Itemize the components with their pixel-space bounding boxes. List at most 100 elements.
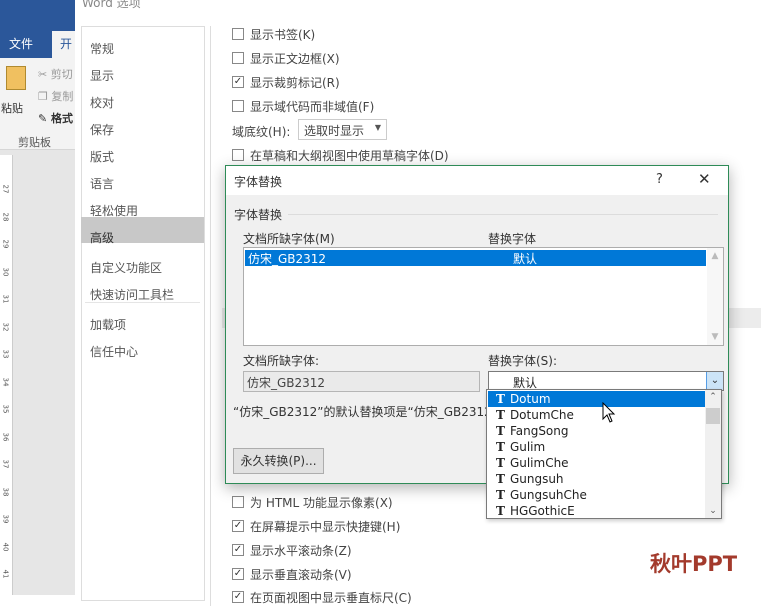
permanent-convert-button[interactable]: 永久转换(P)... — [233, 448, 324, 474]
sidebar-item[interactable]: 自定义功能区 — [90, 259, 162, 276]
field-shading-select[interactable]: 选取时显示 ▼ — [298, 119, 387, 140]
option-label: 在页面视图中显示垂直标尺(C) — [250, 591, 412, 605]
font-option-label: FangSong — [509, 424, 569, 438]
watermark-logo: 秋叶PPT — [650, 552, 738, 576]
checkbox[interactable] — [232, 52, 244, 64]
sidebar-item[interactable]: 版式 — [90, 148, 114, 165]
ruler-number: 27 — [1, 184, 10, 194]
font-option-label: DotumChe — [509, 408, 574, 422]
checkbox[interactable]: ✓ — [232, 76, 244, 88]
font-option[interactable]: T GulimChe — [488, 455, 705, 471]
copy-label: 复制 — [51, 90, 74, 103]
scroll-down-icon[interactable]: ▼ — [707, 332, 723, 342]
ruler-number: 32 — [1, 322, 10, 331]
truetype-font-icon: T — [496, 488, 505, 502]
font-option-label: Gungsuh — [509, 472, 564, 486]
list-scrollbar[interactable]: ▲ ▼ — [707, 248, 723, 345]
word-title-bar — [0, 0, 75, 31]
sidebar-item[interactable]: 轻松使用 — [90, 202, 138, 219]
ruler-number: 39 — [1, 514, 10, 524]
option-label: 显示正文边框(X) — [250, 52, 340, 66]
vertical-ruler: 27 28 29 30 31 32 33 34 35 36 37 38 39 40 41 — [0, 155, 13, 595]
checkbox[interactable] — [232, 28, 244, 40]
scroll-down-icon[interactable]: ⌄ — [705, 506, 721, 516]
font-option[interactable]: T FangSong — [488, 423, 705, 439]
checkbox[interactable]: ✓ — [232, 520, 244, 532]
truetype-font-icon: T — [496, 424, 505, 438]
chevron-down-icon[interactable]: ⌄ — [706, 372, 723, 390]
font-option-label: Dotum — [509, 392, 551, 406]
font-option[interactable]: T Gungsuh — [488, 471, 705, 487]
group-label: 字体替换 — [234, 208, 283, 222]
ruler-number: 35 — [1, 404, 10, 414]
list-row[interactable]: 仿宋_GB2312 默认 — [245, 250, 706, 266]
paste-icon — [6, 66, 26, 90]
font-option[interactable]: T DotumChe — [488, 407, 705, 423]
cut-button[interactable]: ✂ 剪切 — [38, 66, 73, 82]
option-label: 为 HTML 功能显示像素(X) — [250, 496, 393, 510]
row-missing-font: 仿宋_GB2312 — [248, 252, 327, 266]
ruler-number: 41 — [1, 569, 10, 579]
checkbox[interactable]: ✓ — [232, 568, 244, 580]
ruler-number: 34 — [1, 377, 10, 386]
checkbox[interactable]: ✓ — [232, 544, 244, 556]
checkbox[interactable] — [232, 149, 244, 161]
sidebar-item[interactable]: 信任中心 — [90, 343, 138, 360]
checkbox[interactable]: ✓ — [232, 591, 244, 603]
group-line — [288, 214, 718, 215]
font-option[interactable]: T Gulim — [488, 439, 705, 455]
font-option[interactable]: T HGGothicE — [488, 503, 705, 519]
scroll-up-icon[interactable]: ⌃ — [705, 392, 721, 402]
sidebar-item[interactable]: 快速访问工具栏 — [90, 286, 174, 303]
sub-font-combo[interactable]: 默认 ⌄ — [488, 371, 724, 391]
checkbox[interactable] — [232, 100, 244, 112]
ruler-number: 29 — [1, 239, 10, 249]
ruler-number: 36 — [1, 432, 10, 441]
missing-font-label: 文档所缺字体: — [243, 354, 320, 368]
help-button[interactable]: ? — [656, 172, 663, 187]
font-option-label: GungsuhChe — [509, 488, 587, 502]
tab-file[interactable]: 文件 — [0, 31, 52, 58]
scroll-up-icon[interactable]: ▲ — [707, 251, 723, 261]
font-option-label: Gulim — [509, 440, 546, 454]
sidebar-item[interactable]: 校对 — [90, 94, 114, 111]
options-window-title: Word 选项 — [82, 0, 141, 10]
ribbon: 粘贴 ✂ 剪切 ❐ 复制 ✎ 格式 剪贴板 — [0, 58, 75, 150]
row-sub-font: 默认 — [513, 252, 538, 266]
font-option[interactable]: T GungsuhChe — [488, 487, 705, 503]
sidebar-item[interactable]: 高级 — [90, 229, 114, 246]
sub-font-label: 替换字体(S): — [488, 354, 558, 368]
scroll-thumb[interactable] — [706, 408, 720, 424]
truetype-font-icon: T — [496, 440, 505, 454]
paste-button[interactable]: 粘贴 — [1, 100, 23, 116]
col-missing-header: 文档所缺字体(M) — [243, 232, 335, 246]
format-painter-button[interactable]: ✎ 格式 — [38, 110, 73, 126]
dialog-title-bar: 字体替换 ? ✕ — [226, 166, 728, 195]
copy-button[interactable]: ❐ 复制 — [38, 88, 73, 104]
sidebar-item[interactable]: 常规 — [90, 40, 114, 57]
font-option[interactable]: T Dotum — [488, 391, 705, 407]
ruler-number: 40 — [1, 542, 10, 551]
checkbox[interactable] — [232, 496, 244, 508]
sidebar-item[interactable]: 保存 — [90, 121, 114, 138]
missing-fonts-list[interactable]: 仿宋_GB2312 默认 ▲ ▼ — [243, 247, 724, 346]
options-sidebar — [81, 26, 205, 601]
mouse-cursor-icon — [602, 401, 616, 427]
close-button[interactable]: ✕ — [698, 170, 711, 188]
sidebar-item[interactable]: 语言 — [90, 175, 114, 192]
tab-home[interactable]: 开 — [52, 31, 75, 58]
format-label: 格式 — [51, 112, 74, 125]
cut-label: 剪切 — [50, 68, 73, 81]
missing-font-field: 仿宋_GB2312 — [243, 371, 480, 392]
dialog-title: 字体替换 — [234, 175, 283, 189]
sidebar-item[interactable]: 显示 — [90, 67, 114, 84]
option-label: 显示书签(K) — [250, 28, 316, 42]
field-shading-label: 域底纹(H): — [232, 125, 291, 139]
sidebar-item[interactable]: 加载项 — [90, 316, 126, 333]
clipboard-group-label: 剪贴板 — [18, 136, 51, 149]
option-label: 在屏幕提示中显示快捷键(H) — [250, 520, 401, 534]
dropdown-scrollbar[interactable]: ⌃ ⌄ — [705, 390, 721, 518]
truetype-font-icon: T — [496, 504, 505, 518]
option-label: 在草稿和大纲视图中使用草稿字体(D) — [250, 149, 449, 163]
ruler-number: 37 — [1, 459, 10, 469]
